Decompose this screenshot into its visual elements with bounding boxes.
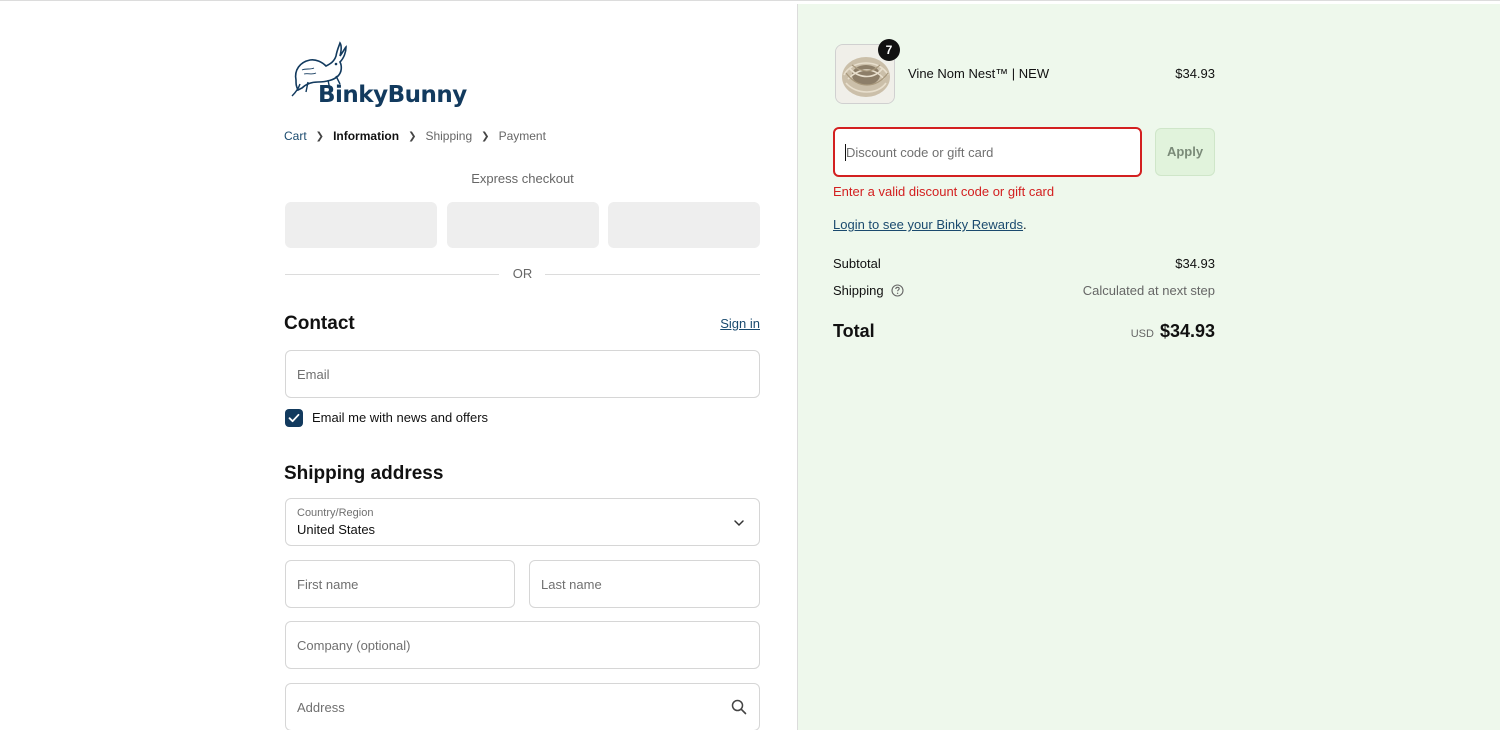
chevron-down-icon [734, 520, 744, 527]
or-label: OR [500, 266, 545, 281]
first-name-field[interactable]: First name [285, 560, 515, 608]
rewards-suffix: . [1023, 217, 1027, 232]
shipping-label: Shipping [833, 283, 884, 298]
country-label: Country/Region [297, 507, 374, 519]
shipping-value: Calculated at next step [1082, 283, 1215, 298]
total-amount: USD $34.93 [1050, 321, 1215, 342]
rewards-line: Login to see your Binky Rewards. [833, 217, 1027, 232]
country-select[interactable]: Country/Region United States [285, 498, 760, 546]
breadcrumb-information: Information [333, 129, 400, 143]
express-checkout-button-3[interactable] [608, 202, 760, 248]
search-icon [731, 699, 747, 715]
address-placeholder: Address [297, 700, 345, 715]
breadcrumb-payment: Payment [498, 129, 546, 143]
contact-heading: Contact [284, 313, 355, 334]
email-placeholder: Email [297, 367, 330, 382]
express-checkout-button-1[interactable] [285, 202, 437, 248]
total-label: Total [833, 321, 875, 341]
last-name-field[interactable]: Last name [529, 560, 760, 608]
company-field[interactable]: Company (optional) [285, 621, 760, 669]
discount-code-input[interactable]: Discount code or gift card [833, 127, 1142, 177]
email-field[interactable]: Email [285, 350, 760, 398]
chevron-right-icon: ❯ [481, 130, 490, 142]
chevron-right-icon: ❯ [315, 130, 325, 142]
total-currency: USD [1130, 328, 1154, 340]
chevron-right-icon: ❯ [408, 130, 417, 142]
subtotal-value: $34.93 [1175, 256, 1215, 271]
product-price: $34.93 [1175, 66, 1215, 81]
last-name-placeholder: Last name [541, 577, 602, 592]
discount-placeholder: Discount code or gift card [846, 145, 994, 160]
subtotal-label: Subtotal [833, 256, 881, 271]
discount-error-message: Enter a valid discount code or gift card [833, 184, 1055, 199]
brand-wordmark: BinkyBunny [318, 82, 467, 108]
shipping-row: Shipping Calculated at next step [833, 283, 1215, 298]
breadcrumb: Cart ❯ Information ❯ Shipping ❯ Payment [284, 129, 546, 143]
quantity-badge: 7 [878, 39, 900, 61]
rewards-login-link[interactable]: Login to see your Binky Rewards [833, 217, 1023, 232]
express-checkout-button-2[interactable] [447, 202, 599, 248]
or-divider: OR [285, 266, 760, 282]
first-name-placeholder: First name [297, 577, 359, 592]
order-summary-panel [797, 4, 1500, 730]
shipping-address-heading: Shipping address [284, 463, 444, 484]
newsletter-checkbox[interactable] [285, 409, 303, 427]
product-name: Vine Nom Nest™ | NEW [908, 66, 1050, 81]
help-circle-icon[interactable] [891, 284, 904, 297]
breadcrumb-shipping: Shipping [425, 129, 473, 143]
company-placeholder: Company (optional) [297, 638, 411, 653]
total-value: $34.93 [1159, 321, 1215, 341]
express-checkout-label: Express checkout [471, 171, 574, 186]
country-value: United States [297, 522, 376, 537]
apply-discount-button[interactable]: Apply [1155, 128, 1215, 176]
brand-logo[interactable]: BinkyBunny [288, 40, 467, 115]
sign-in-link[interactable]: Sign in [700, 316, 760, 331]
newsletter-label: Email me with news and offers [312, 410, 489, 425]
breadcrumb-cart[interactable]: Cart [284, 129, 307, 143]
subtotal-row: Subtotal $34.93 [833, 256, 1215, 271]
checkmark-icon [288, 413, 300, 423]
address-field[interactable]: Address [285, 683, 760, 730]
